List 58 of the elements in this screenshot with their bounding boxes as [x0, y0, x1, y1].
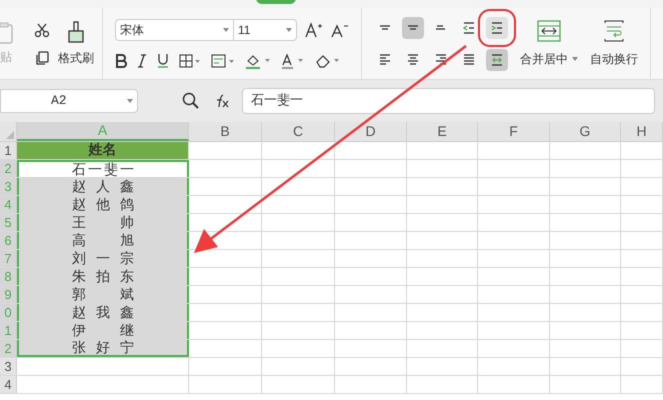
wrap-text-button[interactable]: 自动换行: [590, 20, 638, 68]
row-number[interactable]: 3: [0, 358, 17, 375]
column-header[interactable]: C: [262, 122, 335, 141]
alignment-button[interactable]: [486, 48, 508, 70]
bold-icon[interactable]: [115, 54, 127, 68]
right-align-icon: [435, 54, 447, 66]
table-cell[interactable]: 郭斌: [17, 286, 189, 303]
column-header[interactable]: E: [407, 122, 478, 141]
name-box[interactable]: A2: [0, 89, 138, 113]
font-color-icon[interactable]: [281, 52, 305, 68]
eraser-icon[interactable]: [315, 52, 341, 68]
column-header[interactable]: H: [621, 122, 663, 141]
conditional-format-icon[interactable]: [211, 54, 235, 68]
caret-icon: [127, 99, 133, 103]
table-cell[interactable]: 赵我鑫: [17, 304, 189, 321]
table-cell[interactable]: 朱拍东: [17, 268, 189, 285]
alignment-button[interactable]: [486, 16, 508, 38]
copy-icon[interactable]: [34, 50, 50, 66]
increase-font-icon[interactable]: [305, 22, 323, 38]
corner-triangle-icon: [6, 131, 14, 139]
alignment-button[interactable]: [402, 16, 424, 38]
borders-icon[interactable]: [179, 54, 201, 68]
left-align-icon: [379, 54, 391, 66]
format-painter-button[interactable]: 格式刷: [58, 20, 94, 66]
table-cell[interactable]: 高旭: [17, 232, 189, 249]
table-cell[interactable]: 张好宁: [17, 340, 189, 357]
column-header[interactable]: F: [478, 122, 550, 141]
middle-align-icon: [407, 25, 419, 30]
caret-icon: [572, 56, 578, 60]
column-header[interactable]: G: [550, 122, 621, 141]
bottom-align-icon: [436, 25, 446, 30]
row-number[interactable]: 4: [0, 376, 17, 393]
scissors-icon[interactable]: [34, 22, 50, 38]
row-number[interactable]: 1: [0, 142, 17, 159]
wrap-text-icon: [602, 20, 626, 42]
merge-cells-icon: [537, 20, 561, 42]
column-header[interactable]: B: [189, 122, 262, 141]
center-align-icon: [407, 54, 419, 66]
paintbrush-icon: [66, 20, 86, 44]
indent-align-icon: [491, 22, 503, 34]
underline-icon[interactable]: [157, 53, 169, 68]
top-align-icon: [379, 25, 391, 30]
justify-align-icon: [463, 54, 475, 66]
table-cell[interactable]: 石一斐一: [17, 160, 189, 177]
table-cell[interactable]: 王帅: [17, 214, 189, 231]
table-cell[interactable]: 伊继: [17, 322, 189, 339]
table-cell[interactable]: 赵他鸽: [17, 196, 189, 213]
table-cell[interactable]: 刘一宗: [17, 250, 189, 267]
zoom-search-icon[interactable]: [182, 92, 200, 110]
formula-field[interactable]: 石一斐一: [242, 88, 655, 114]
table-cell[interactable]: 赵人鑫: [17, 178, 189, 195]
italic-icon[interactable]: [137, 54, 147, 68]
distributed-align-icon: [491, 54, 503, 66]
outdent-align-icon: [463, 22, 475, 34]
merge-center-button[interactable]: 合并居中: [520, 20, 578, 68]
table-cell[interactable]: 姓名: [17, 142, 189, 159]
column-header[interactable]: D: [335, 122, 407, 141]
fill-color-icon[interactable]: [245, 52, 271, 68]
